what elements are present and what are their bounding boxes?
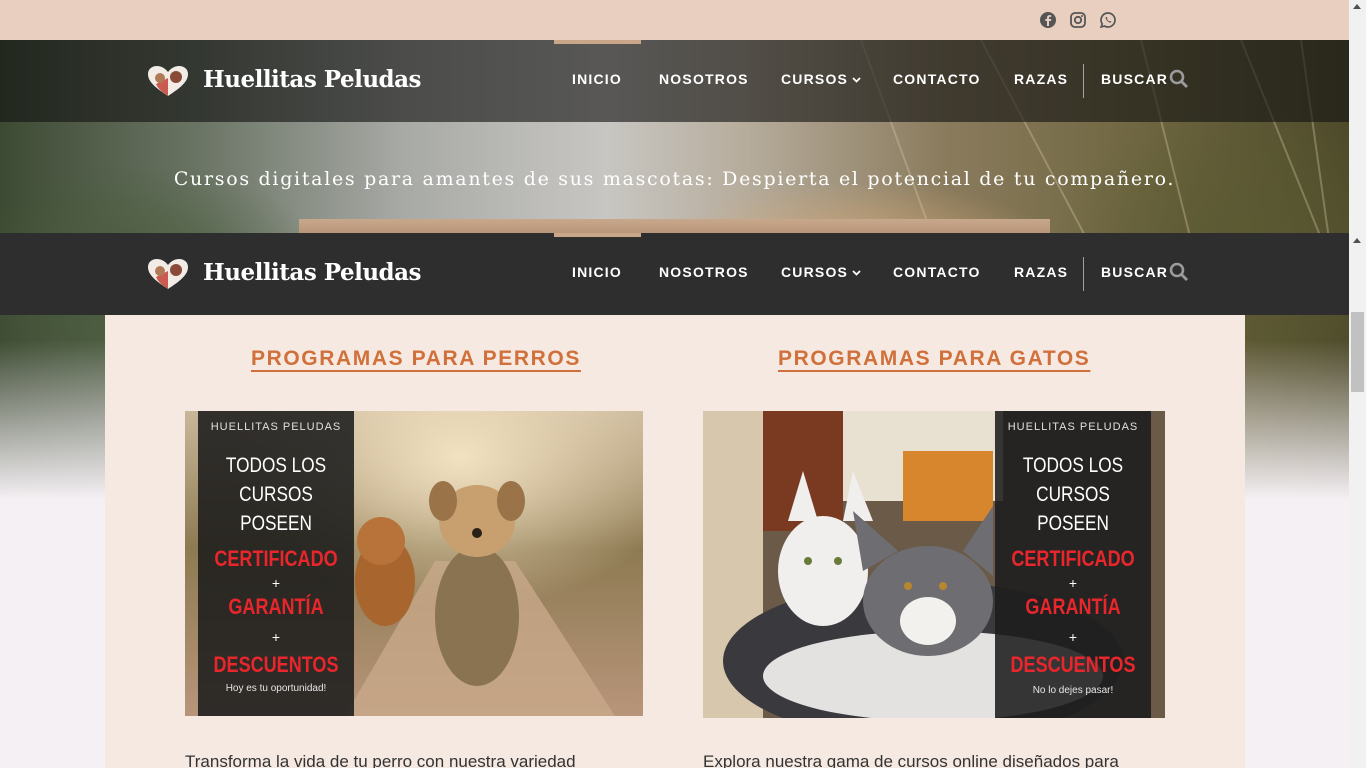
banner-certificado: CERTIFICADO [214, 546, 338, 571]
menu-item-inicio[interactable]: INICIO [572, 264, 622, 280]
chevron-down-icon [852, 270, 861, 276]
banner-brand: HUELLITAS PELUDAS [210, 421, 342, 433]
banner-footer-text: Hoy es tu oportunidad! [225, 683, 327, 694]
banner-garantia: GARANTÍA [1025, 594, 1121, 619]
menu-item-nosotros[interactable]: NOSOTROS [659, 71, 749, 87]
cats-program-image-link[interactable]: HUELLITAS PELUDAS TODOS LOS CURSOS POSEE… [703, 411, 1165, 718]
sticky-navigation: Huellitas Peludas INICIO NOSOTROS CURSOS… [0, 233, 1349, 315]
menu-item-inicio[interactable]: INICIO [572, 71, 622, 87]
banner-descuentos: DESCUENTOS [1010, 652, 1136, 677]
menu-item-contacto[interactable]: CONTACTO [893, 71, 981, 87]
search-button[interactable]: BUSCAR [1101, 264, 1168, 280]
search-button[interactable]: BUSCAR [1101, 71, 1168, 87]
menu-divider [1083, 64, 1084, 98]
banner-brand: HUELLITAS PELUDAS [1007, 421, 1139, 433]
banner-heading-line1: TODOS LOS [1022, 454, 1124, 477]
dogs-program-title-link[interactable]: PROGRAMAS PARA PERROS [251, 347, 581, 371]
hero-tagline: Cursos digitales para amantes de sus mas… [173, 168, 1176, 190]
paw-heart-logo-icon[interactable] [146, 64, 190, 98]
banner-plus: + [1068, 575, 1078, 591]
page-scrollbar[interactable] [1349, 0, 1366, 768]
banner-heading-line2: CURSOS POSEEN [239, 483, 313, 535]
main-navigation: Huellitas Peludas INICIO NOSOTROS CURSOS… [0, 40, 1349, 122]
instagram-icon[interactable] [1069, 11, 1087, 29]
whatsapp-icon[interactable] [1099, 11, 1117, 29]
search-icon[interactable] [1169, 262, 1189, 282]
menu-item-razas[interactable]: RAZAS [1014, 71, 1068, 87]
menu-item-cursos[interactable]: CURSOS [781, 264, 862, 280]
banner-heading-line2: CURSOS POSEEN [1036, 483, 1110, 535]
banner-footer-text: No lo dejes pasar! [1032, 685, 1114, 696]
menu-divider [1083, 257, 1084, 291]
dogs-program-image-link[interactable]: HUELLITAS PELUDAS TODOS LOS CURSOS POSEE… [185, 411, 643, 716]
banner-heading-line1: TODOS LOS [225, 454, 327, 477]
banner-descuentos: DESCUENTOS [213, 652, 339, 677]
menu-item-nosotros[interactable]: NOSOTROS [659, 264, 749, 280]
banner-plus: + [271, 575, 281, 591]
dogs-promo-banner: HUELLITAS PELUDAS TODOS LOS CURSOS POSEE… [198, 411, 354, 716]
cats-program-description: Explora nuestra gama de cursos online di… [703, 752, 1119, 768]
chevron-down-icon [852, 77, 861, 83]
banner-plus: + [271, 629, 281, 645]
menu-item-razas[interactable]: RAZAS [1014, 264, 1068, 280]
menu-item-cursos[interactable]: CURSOS [781, 71, 862, 87]
scrollbar-thumb[interactable] [1351, 312, 1364, 392]
banner-garantia: GARANTÍA [228, 594, 324, 619]
search-icon[interactable] [1169, 69, 1189, 89]
site-logo-text[interactable]: Huellitas Peludas [203, 259, 422, 286]
hero-decorative-strip [299, 219, 1050, 233]
social-topbar [0, 0, 1349, 40]
banner-plus: + [1068, 629, 1078, 645]
menu-item-contacto[interactable]: CONTACTO [893, 264, 981, 280]
banner-certificado: CERTIFICADO [1011, 546, 1135, 571]
active-menu-indicator [554, 40, 641, 44]
site-logo-text[interactable]: Huellitas Peludas [203, 66, 422, 93]
cats-promo-banner: HUELLITAS PELUDAS TODOS LOS CURSOS POSEE… [995, 411, 1151, 718]
scroll-up-arrow-icon[interactable] [1353, 4, 1361, 9]
programs-section: PROGRAMAS PARA PERROS PROGRAMAS PARA GAT… [105, 315, 1245, 768]
active-menu-indicator [554, 233, 641, 237]
scroll-up-arrow-icon[interactable] [1353, 238, 1361, 243]
menu-item-cursos-label: CURSOS [781, 71, 849, 87]
menu-item-cursos-label: CURSOS [781, 264, 849, 280]
facebook-icon[interactable] [1039, 11, 1057, 29]
cats-program-title-link[interactable]: PROGRAMAS PARA GATOS [778, 347, 1090, 371]
dogs-program-description: Transforma la vida de tu perro con nuest… [185, 752, 576, 768]
paw-heart-logo-icon[interactable] [146, 257, 190, 291]
